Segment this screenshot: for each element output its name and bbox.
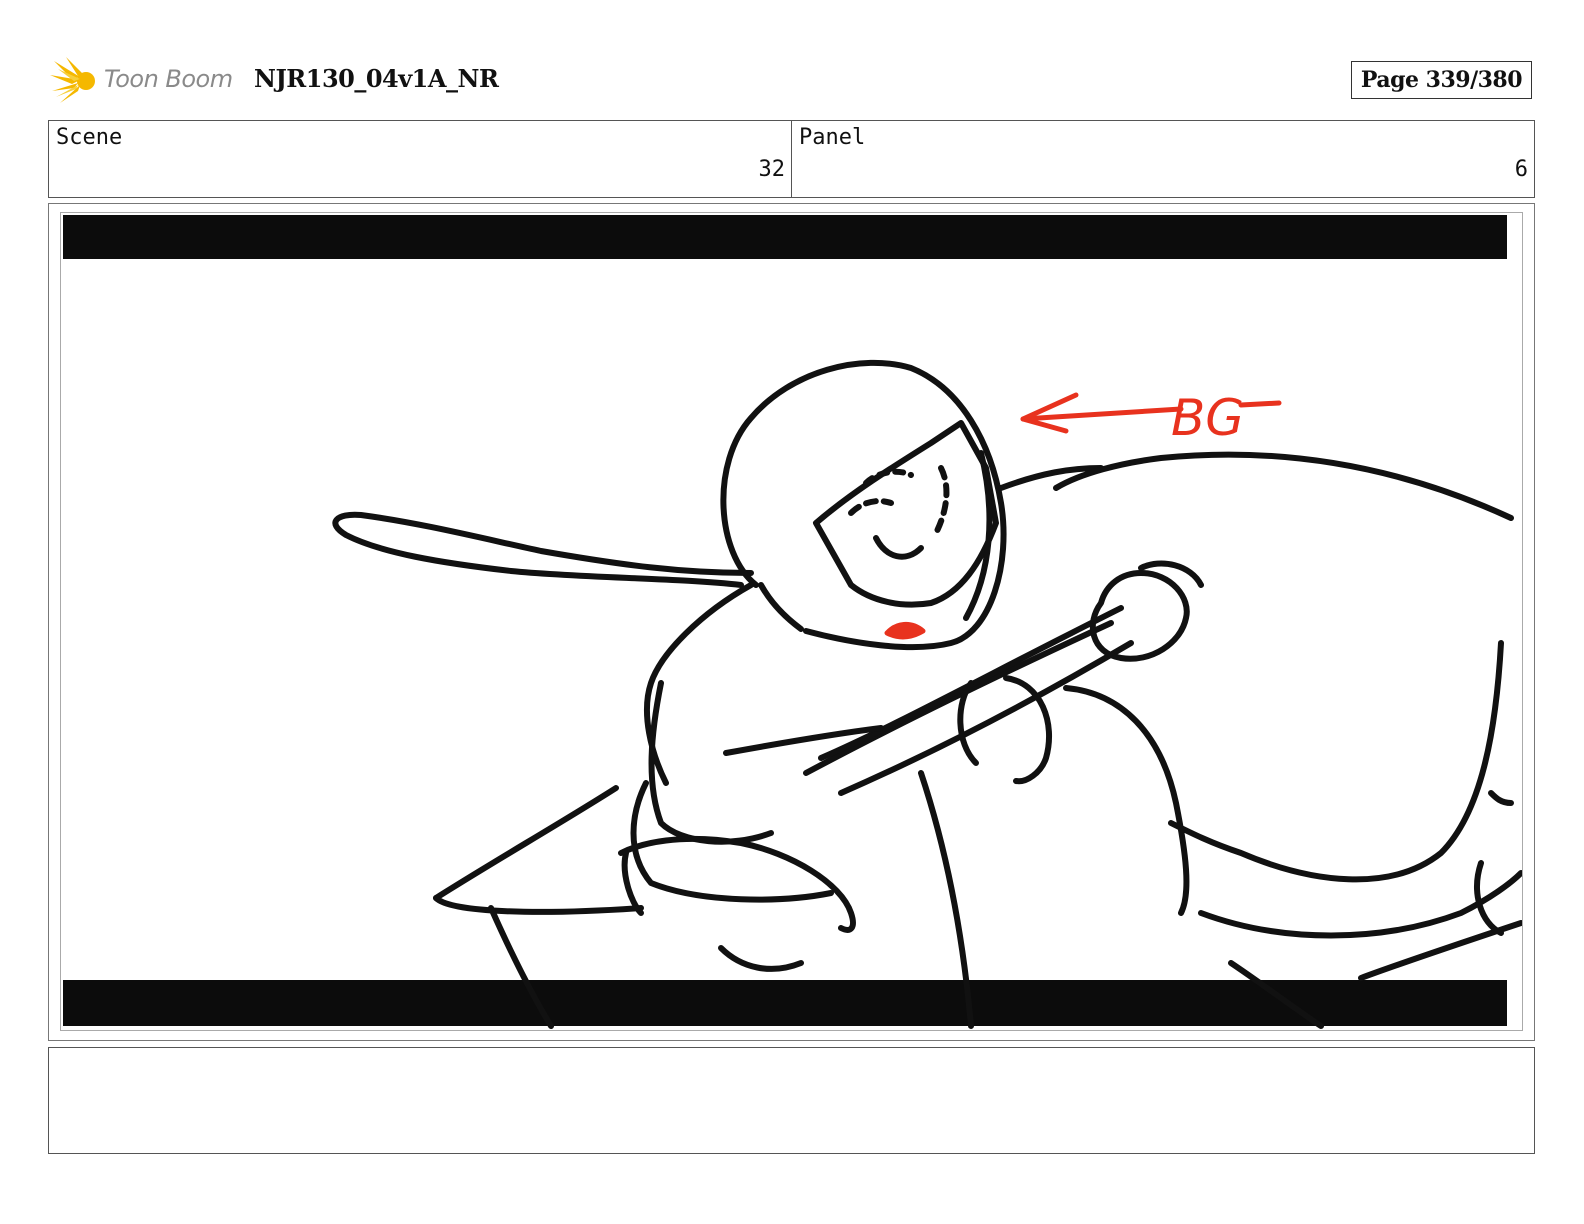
character-sketch [332, 359, 1522, 1029]
logo-text: Toon Boom [104, 65, 233, 93]
bg-annotation-text: BG [1171, 389, 1244, 447]
panel-number: 6 [1514, 157, 1528, 182]
toon-boom-logo: Toon Boom [50, 55, 240, 105]
page-counter: Page 339/380 [1351, 61, 1532, 99]
panel-cell: Panel 6 [791, 121, 1534, 197]
project-title: NJR130_04v1A_NR [254, 64, 499, 93]
letterbox-top [63, 215, 1507, 259]
starburst-icon [50, 57, 95, 103]
scene-cell: Scene 32 [49, 121, 791, 197]
storyboard-sketch: BG [63, 215, 1522, 1029]
scene-label: Scene [56, 125, 123, 150]
scene-number: 32 [758, 157, 786, 182]
scene-panel-info: Scene 32 Panel 6 [48, 120, 1535, 198]
storyboard-panel-frame: BG [48, 203, 1535, 1041]
panel-drawing-area: BG [60, 212, 1523, 1031]
panel-label: Panel [799, 125, 866, 150]
panel-notes-box [48, 1047, 1535, 1154]
